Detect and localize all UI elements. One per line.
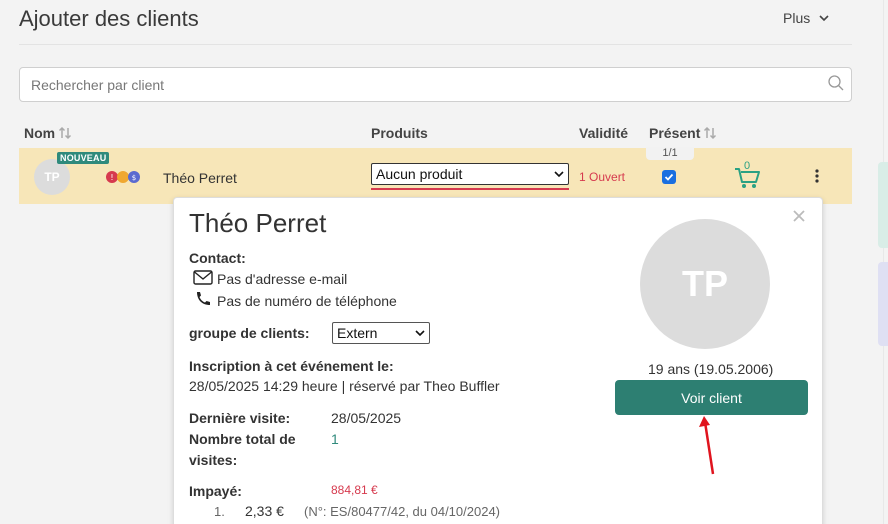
total-visits-label: Nombre total de — [189, 431, 296, 447]
column-header-produits: Produits — [371, 125, 428, 141]
unpaid-item-amount: 2,33 € — [245, 503, 284, 519]
last-visit-label: Dernière visite: — [189, 410, 291, 426]
group-select[interactable]: Extern — [332, 322, 430, 344]
validity-status[interactable]: 1 Ouvert — [579, 170, 625, 184]
page: Ajouter des clients Plus Nom Produits Va… — [0, 0, 888, 524]
svg-text:$: $ — [132, 174, 136, 182]
age-text: 19 ans (19.05.2006) — [648, 361, 774, 377]
inscription-value: 28/05/2025 14:29 heure | réservé par The… — [189, 378, 500, 394]
unpaid-value: 884,81 € — [331, 483, 378, 497]
divider — [19, 44, 852, 45]
unpaid-item-ref[interactable]: (N°: ES/80477/42, du 04/10/2024) — [304, 504, 500, 519]
email-text: Pas d'adresse e-mail — [217, 271, 348, 287]
validation-underline — [371, 188, 569, 190]
status-dots-icon: ! $ — [106, 171, 140, 183]
product-select[interactable]: Aucun produit — [371, 163, 569, 185]
unpaid-label: Impayé: — [189, 483, 242, 499]
cart-count: 0 — [744, 160, 751, 172]
more-options-icon[interactable] — [809, 168, 825, 184]
product-select-value: Aucun produit — [376, 166, 463, 182]
chevron-down-icon — [819, 15, 829, 22]
column-header-validite: Validité — [579, 125, 629, 141]
column-header-present-label: Présent — [649, 125, 701, 141]
column-header-nom[interactable]: Nom — [24, 125, 72, 141]
group-select-value: Extern — [337, 325, 378, 341]
unpaid-item-index: 1. — [214, 504, 225, 519]
svg-text:!: ! — [110, 173, 113, 182]
table-row[interactable]: TP NOUVEAU ! $ Théo Perret Aucun produit… — [19, 147, 852, 204]
search-input[interactable] — [20, 68, 800, 101]
last-visit-value: 28/05/2025 — [331, 410, 402, 426]
column-header-nom-label: Nom — [24, 125, 56, 141]
page-title: Ajouter des clients — [19, 6, 199, 31]
total-visits-value[interactable]: 1 — [331, 431, 339, 447]
sort-icon[interactable] — [703, 126, 717, 140]
avatar-large: TP — [640, 219, 770, 349]
plus-menu-label: Plus — [783, 10, 811, 26]
inscription-label: Inscription à cet événement le: — [189, 358, 394, 374]
group-label: groupe de clients: — [189, 325, 310, 341]
phone-icon — [197, 292, 210, 305]
search-box — [19, 67, 852, 102]
check-icon — [664, 173, 674, 181]
plus-menu-button[interactable]: Plus — [783, 10, 830, 26]
annotation-arrow-icon — [699, 416, 715, 475]
avatar[interactable]: TP — [34, 159, 70, 195]
side-panel-card — [878, 162, 888, 248]
client-name[interactable]: Théo Perret — [163, 170, 237, 186]
column-header-present[interactable]: Présent — [649, 125, 717, 141]
close-icon[interactable] — [792, 209, 806, 223]
total-visits-label-cont: visites: — [189, 452, 238, 468]
chevron-down-icon — [554, 171, 564, 178]
present-count: 1/1 — [646, 147, 694, 160]
sort-icon[interactable] — [58, 126, 72, 140]
phone-text: Pas de numéro de téléphone — [217, 293, 397, 309]
new-badge: NOUVEAU — [57, 152, 110, 164]
search-icon[interactable] — [827, 74, 845, 92]
envelope-icon — [193, 270, 213, 285]
popover-title: Théo Perret — [189, 208, 327, 238]
present-checkbox[interactable] — [662, 170, 676, 184]
contact-label: Contact: — [189, 250, 246, 266]
client-popover: Théo Perret Contact: Pas d'adresse e-mai… — [173, 197, 823, 524]
side-panel-card — [878, 262, 888, 346]
view-client-button[interactable]: Voir client — [615, 380, 808, 415]
chevron-down-icon — [415, 330, 425, 337]
